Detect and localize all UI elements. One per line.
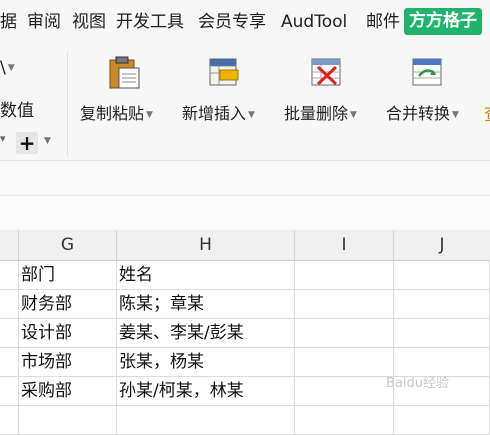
clipboard-paste-icon	[109, 56, 140, 89]
tab-review[interactable]: 审阅	[27, 10, 61, 34]
insert-text: 新增插入	[182, 104, 247, 123]
insert-label: 新增插入 ▼	[182, 100, 255, 124]
chevron-down-icon: ▼	[248, 109, 255, 120]
cell-department[interactable]: 部门	[19, 261, 117, 290]
sheet-toolbar-gap	[0, 196, 490, 230]
column-header-i[interactable]: I	[295, 230, 394, 261]
cell-empty[interactable]	[394, 319, 490, 348]
cell-name[interactable]: 陈某；章某	[117, 290, 295, 319]
tab-data[interactable]: 据	[0, 10, 17, 34]
plus-icon[interactable]: +	[16, 132, 38, 154]
merge-convert-label: 合并转换 ▼	[386, 100, 459, 124]
ribbon-partial-right[interactable]: 查	[484, 100, 490, 125]
cell-empty[interactable]	[295, 348, 394, 377]
formula-bar[interactable]	[0, 160, 490, 196]
ribbon-partial-mid[interactable]: 数值	[0, 96, 34, 121]
batch-delete-text: 批量删除	[284, 104, 349, 123]
column-header-h[interactable]: H	[117, 230, 295, 261]
cell-empty[interactable]	[295, 377, 394, 406]
tab-member[interactable]: 会员专享	[198, 10, 266, 34]
tab-fangfang[interactable]: 方方格子	[404, 8, 482, 35]
tab-developer[interactable]: 开发工具	[116, 10, 184, 34]
cell-empty[interactable]	[394, 261, 490, 290]
cell-empty[interactable]	[295, 319, 394, 348]
ribbon-partial-top[interactable]: \ ▼	[0, 58, 15, 78]
partial-top-label: \	[0, 58, 6, 78]
cell-empty[interactable]	[0, 290, 19, 319]
cell-empty[interactable]	[394, 290, 490, 319]
chevron-down-icon: ▼	[7, 63, 15, 73]
watermark: Baidu经验	[386, 376, 449, 391]
cell-empty[interactable]	[0, 377, 19, 406]
copy-paste-text: 复制粘贴	[80, 104, 145, 123]
cell-empty[interactable]	[295, 406, 394, 435]
cell-empty[interactable]	[394, 406, 490, 435]
column-header-j[interactable]: J	[394, 230, 490, 261]
cell-name[interactable]: 张某，杨某	[117, 348, 295, 377]
cell-empty[interactable]	[0, 406, 19, 435]
chevron-down-icon[interactable]: ▼	[44, 136, 51, 146]
column-header-partial[interactable]	[0, 230, 19, 261]
cell-department[interactable]: 财务部	[19, 290, 117, 319]
merge-convert-icon	[412, 58, 442, 86]
cell-department[interactable]: 设计部	[19, 319, 117, 348]
cell-name[interactable]	[117, 406, 295, 435]
cell-empty[interactable]	[0, 319, 19, 348]
tab-view[interactable]: 视图	[72, 10, 106, 34]
merge-convert-text: 合并转换	[386, 104, 451, 123]
chevron-down-icon: ▼	[452, 109, 459, 120]
chevron-down-icon[interactable]: ▾	[0, 132, 6, 145]
cell-empty[interactable]	[0, 261, 19, 290]
cell-empty[interactable]	[295, 290, 394, 319]
chevron-down-icon: ▼	[146, 109, 153, 120]
cell-empty[interactable]	[0, 348, 19, 377]
cell-department[interactable]	[19, 406, 117, 435]
cell-empty[interactable]	[295, 261, 394, 290]
cell-name[interactable]: 姓名	[117, 261, 295, 290]
cell-department[interactable]: 采购部	[19, 377, 117, 406]
chevron-down-icon: ▼	[350, 109, 357, 120]
tab-mail[interactable]: 邮件	[366, 10, 400, 34]
tab-audtool[interactable]: AudTool	[281, 10, 347, 34]
batch-delete-label: 批量删除 ▼	[284, 100, 357, 124]
cell-department[interactable]: 市场部	[19, 348, 117, 377]
ribbon-divider	[67, 52, 68, 156]
column-header-g[interactable]: G	[19, 230, 117, 261]
ribbon-tab-bar: 据 审阅 视图 开发工具 会员专享 AudTool 邮件 方方格子	[0, 0, 490, 44]
cell-name[interactable]: 姜某、李某/彭某	[117, 319, 295, 348]
ribbon-panel: \ ▼ 数值 ▾ + ▼ 复制粘贴 ▼ 新增插入 ▼ 批量删除 ▼ 合并转换 ▼	[0, 44, 490, 160]
cell-name[interactable]: 孙某/柯某，林某	[117, 377, 295, 406]
insert-rows-icon	[209, 58, 239, 86]
delete-table-icon	[311, 58, 341, 86]
copy-paste-label: 复制粘贴 ▼	[80, 100, 153, 124]
